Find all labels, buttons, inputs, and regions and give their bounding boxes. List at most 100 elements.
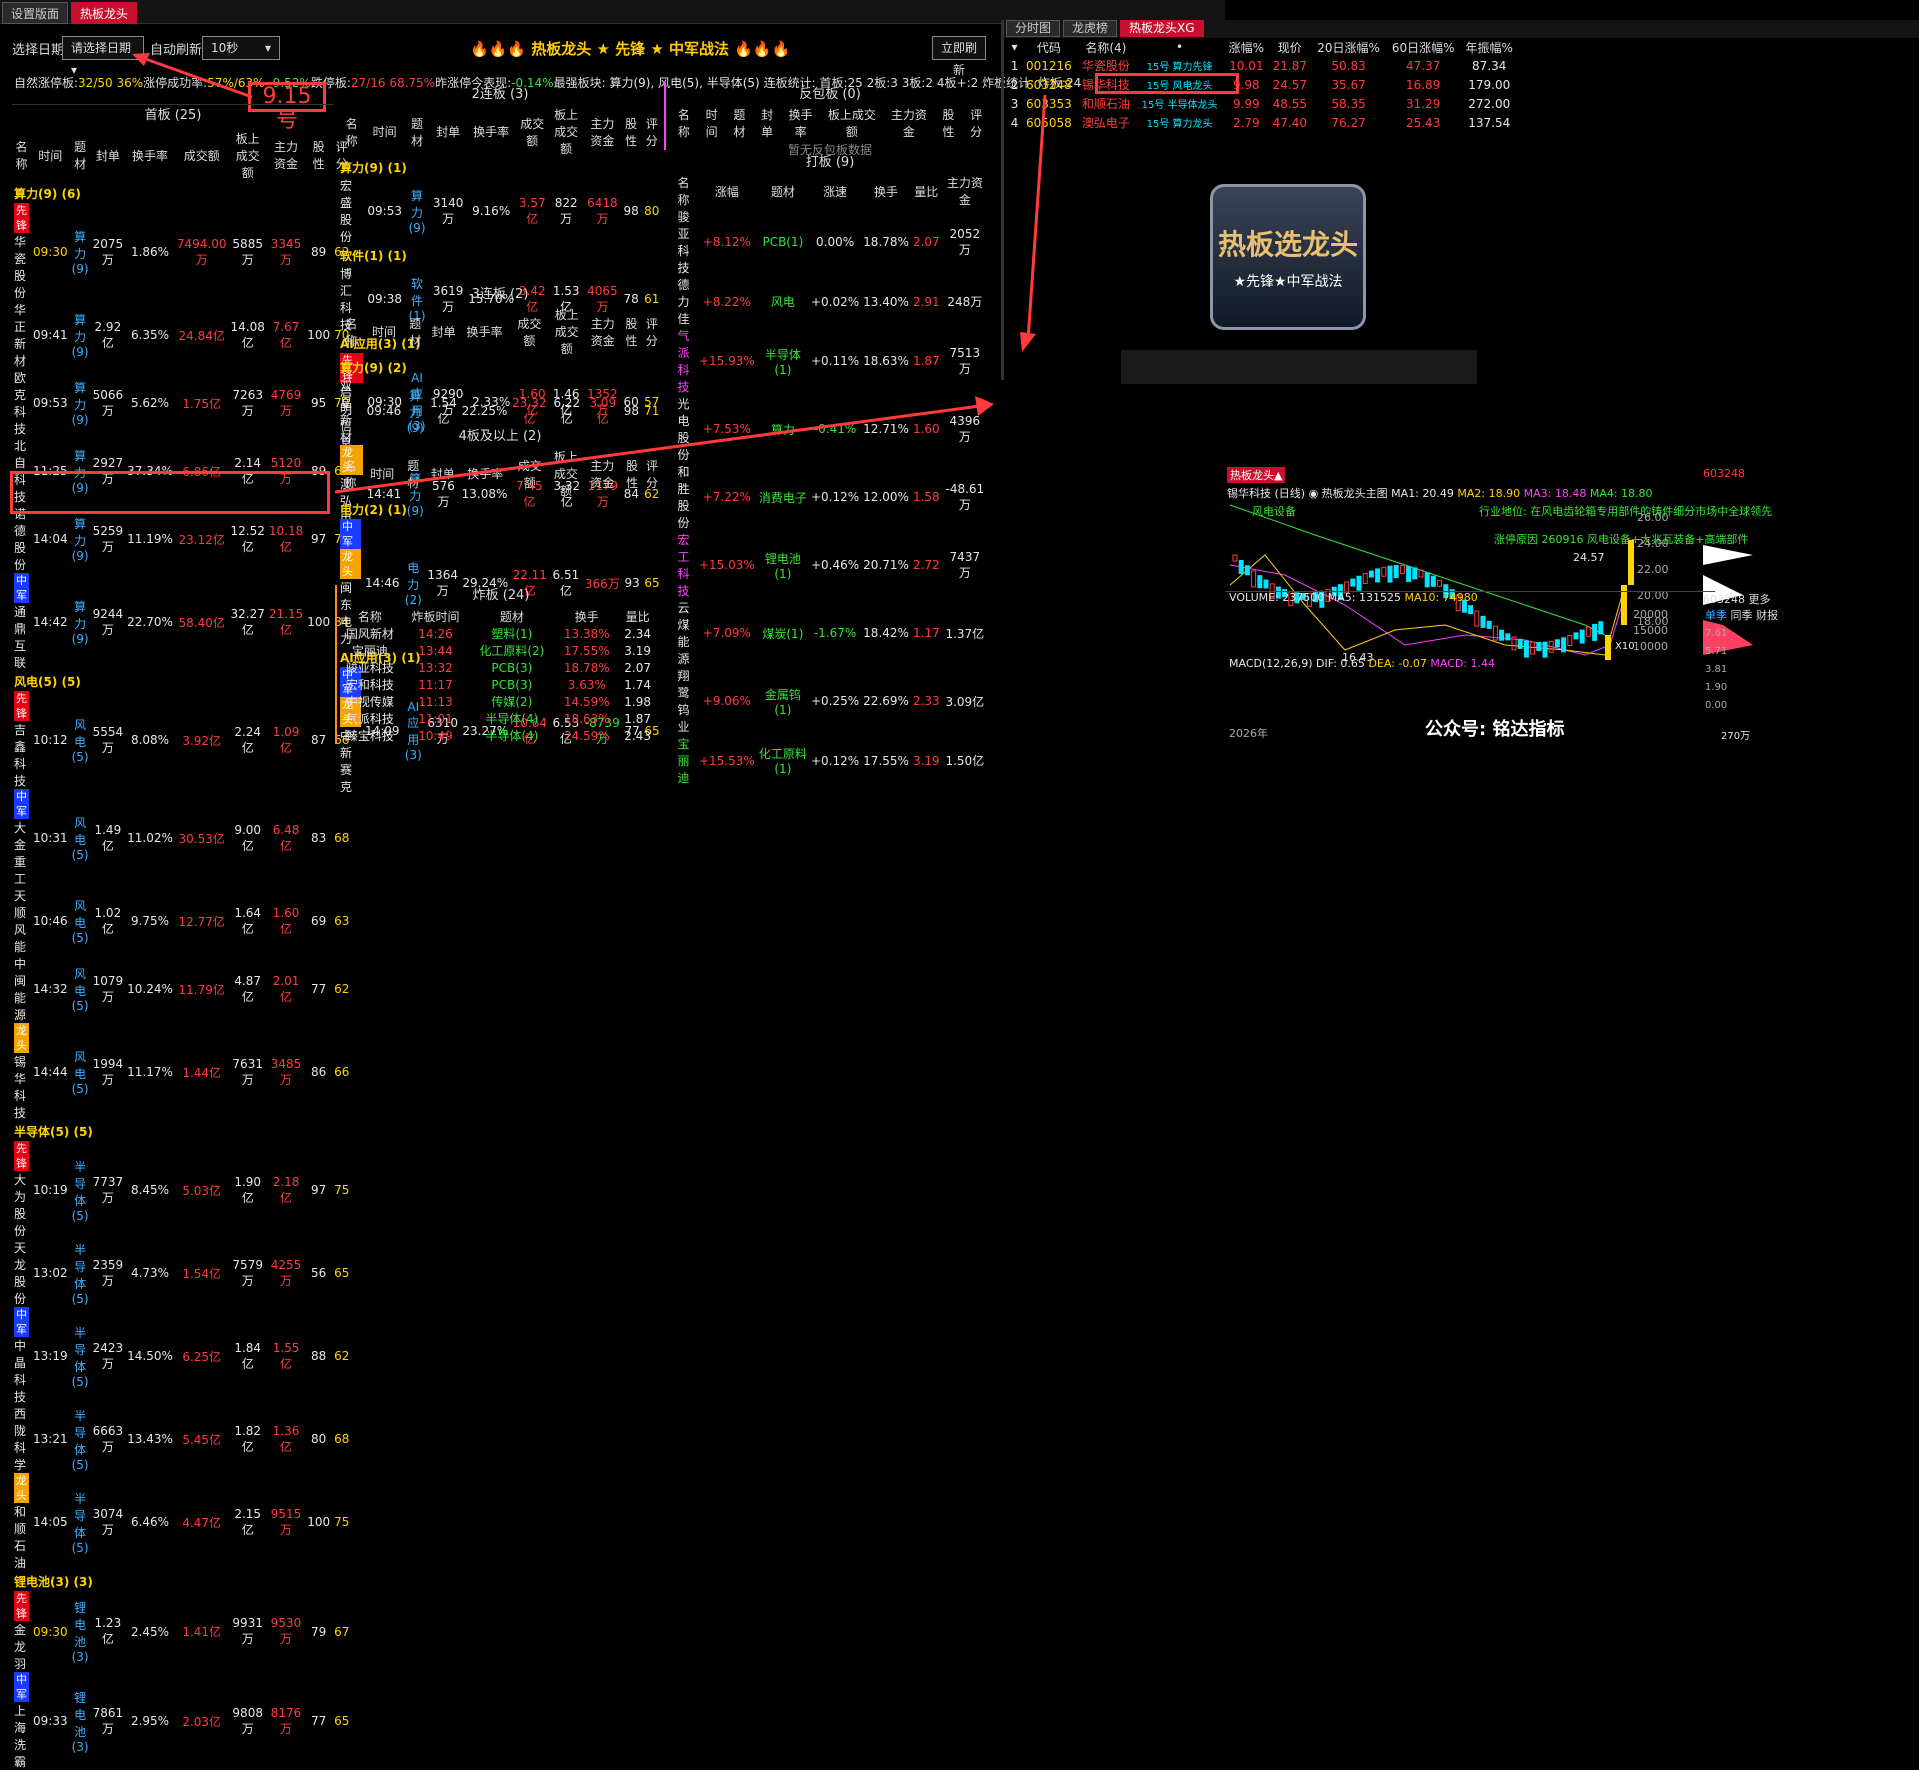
candle	[1362, 573, 1368, 585]
amount: 6.25亿	[182, 1349, 222, 1364]
stock-row[interactable]: 天龙股份 13:02 半导体(5) 2359万 4.73% 1.54亿 7579万 4255万…	[12, 1239, 351, 1307]
turnover: 4.73%	[130, 1266, 170, 1280]
stock-row[interactable]: 先锋大为股份 10:19 半导体(5) 7737万 8.45% 5.03亿 1.90亿 2.1…	[12, 1141, 351, 1239]
time: 13:21	[33, 1432, 68, 1446]
finance-tabs[interactable]: 单季 同季 财报	[1705, 607, 1778, 623]
chart-code: 603248	[1703, 467, 1745, 480]
stock-name-cell[interactable]: 西陇科学	[12, 1405, 31, 1473]
stock-name-cell[interactable]: 龙头锡华科技	[12, 1023, 31, 1121]
seal: 7861万	[92, 1705, 124, 1736]
main-fund: 1.36亿	[272, 1423, 300, 1454]
candle	[1257, 575, 1263, 589]
role-badge: 龙头	[14, 1473, 29, 1503]
candle	[1375, 568, 1381, 583]
candle	[1592, 623, 1598, 641]
seal: 7737万	[92, 1174, 124, 1205]
stock-row[interactable]: 中闽能源 14:32 风电(5) 1079万 10.24% 11.79亿 4.87亿 2.01…	[12, 955, 351, 1023]
candle	[1536, 641, 1542, 651]
stock-name-cell[interactable]: 中闽能源	[12, 955, 31, 1023]
score: 62	[334, 1349, 350, 1363]
stock-nature: 97	[311, 1183, 327, 1197]
time: 10:19	[33, 1183, 68, 1197]
board-amount: 2.15亿	[234, 1506, 262, 1537]
role-badge: 中军	[14, 1672, 29, 1702]
stock-nature: 80	[311, 1432, 327, 1446]
candle	[1381, 566, 1387, 577]
bottom-value: 270万	[1721, 731, 1751, 742]
stock-nature: 77	[311, 982, 327, 996]
turnover: 6.46%	[130, 1515, 170, 1529]
stock-name-cell[interactable]: 龙头和顺石油	[12, 1473, 31, 1571]
stock-name: 中晶科技	[14, 1339, 27, 1404]
candle	[1393, 565, 1399, 579]
candle	[1523, 640, 1529, 658]
score: 68	[334, 1432, 350, 1446]
x10-label: X10	[1615, 641, 1635, 652]
amount: 5.45亿	[182, 1432, 222, 1447]
candle	[1350, 578, 1356, 587]
board-amount: 7579万	[232, 1257, 263, 1288]
stock-name-cell[interactable]: 中军上海洗霸	[12, 1672, 31, 1770]
theme: 半导体(5)	[71, 1408, 89, 1472]
candle	[1561, 637, 1567, 653]
board-amount: 1.84亿	[234, 1340, 262, 1371]
theme: 风电(5)	[71, 967, 89, 1013]
stock-row[interactable]: 中军中晶科技 13:19 半导体(5) 2423万 14.50% 6.25亿 1.84亿 1.…	[12, 1307, 351, 1405]
candle	[1232, 554, 1238, 562]
theme: 半导体(5)	[71, 1491, 89, 1555]
group-label: 半导体(5) (5)	[14, 1124, 93, 1139]
finance-panel: 603248 更多	[1703, 593, 1771, 606]
candle	[1499, 629, 1505, 641]
amount: 1.54亿	[182, 1266, 222, 1281]
board-amount: 9808万	[232, 1705, 263, 1736]
stock-name: 中闽能源	[14, 957, 27, 1022]
turnover: 13.43%	[127, 1432, 173, 1446]
stock-name: 锡华科技	[14, 1055, 27, 1120]
theme: 锂电池(3)	[71, 1690, 89, 1754]
time: 13:02	[33, 1266, 68, 1280]
stock-name: 天龙股份	[14, 1241, 27, 1306]
stock-row[interactable]: 西陇科学 13:21 半导体(5) 6663万 13.43% 5.45亿 1.82亿 1.36…	[12, 1405, 351, 1473]
date-axis: 2026年	[1229, 727, 1268, 740]
board-amount: 1.90亿	[234, 1174, 262, 1205]
seal: 6663万	[92, 1423, 124, 1454]
role-badge: 先锋	[14, 1141, 29, 1171]
stock-name-cell[interactable]: 先锋金龙羽	[12, 1591, 31, 1672]
stock-row[interactable]: 龙头锡华科技 14:44 风电(5) 1994万 11.17% 1.44亿 7631万 348…	[12, 1023, 351, 1121]
theme: 锂电池(3)	[71, 1601, 89, 1664]
candle	[1437, 579, 1443, 587]
candle	[1480, 615, 1486, 628]
stock-nature: 79	[311, 1624, 327, 1639]
board-amount: 7631万	[232, 1056, 263, 1087]
time: 14:32	[33, 982, 68, 996]
macd-labels: MACD(12,26,9) DIF: 0.65 DEA: -0.07 MACD:…	[1229, 657, 1496, 670]
group-row: 锂电池(3) (3)	[12, 1571, 351, 1591]
stock-name-cell[interactable]: 天龙股份	[12, 1239, 31, 1307]
candle	[1424, 572, 1430, 588]
stock-nature: 77	[311, 1714, 327, 1728]
theme: 半导体(5)	[71, 1242, 89, 1306]
amount: 1.41亿	[182, 1625, 222, 1639]
chart-tag: 热板龙头▲	[1227, 467, 1286, 483]
candle	[1368, 570, 1374, 578]
group-label: 锂电池(3) (3)	[14, 1574, 93, 1589]
stock-name-cell[interactable]: 先锋大为股份	[12, 1141, 31, 1239]
stock-row[interactable]: 龙头和顺石油 14:05 半导体(5) 3074万 6.46% 4.47亿 2.15亿 951…	[12, 1473, 351, 1571]
stock-row[interactable]: 中军上海洗霸 09:33 锂电池(3) 7861万 2.95% 2.03亿 9808万 817…	[12, 1672, 351, 1770]
stock-nature: 100	[307, 1515, 331, 1529]
main-fund: 9515万	[270, 1506, 302, 1537]
candle	[1486, 620, 1492, 629]
time: 09:33	[33, 1714, 68, 1728]
stock-nature: 86	[311, 1065, 327, 1079]
stock-row[interactable]: 先锋金龙羽 09:30 锂电池(3) 1.23亿 2.45% 1.41亿 9931万 9530…	[12, 1591, 351, 1672]
role-badge: 先锋	[14, 1591, 29, 1621]
candle	[1263, 579, 1269, 589]
stock-name-cell[interactable]: 中军中晶科技	[12, 1307, 31, 1405]
time: 13:19	[33, 1349, 68, 1363]
stock-name: 和顺石油	[14, 1505, 27, 1570]
main-fund: 8176万	[270, 1705, 302, 1736]
score: 65	[334, 1714, 350, 1728]
candle	[1517, 638, 1523, 649]
main-fund: 4255万	[270, 1257, 302, 1288]
score: 62	[334, 982, 350, 996]
